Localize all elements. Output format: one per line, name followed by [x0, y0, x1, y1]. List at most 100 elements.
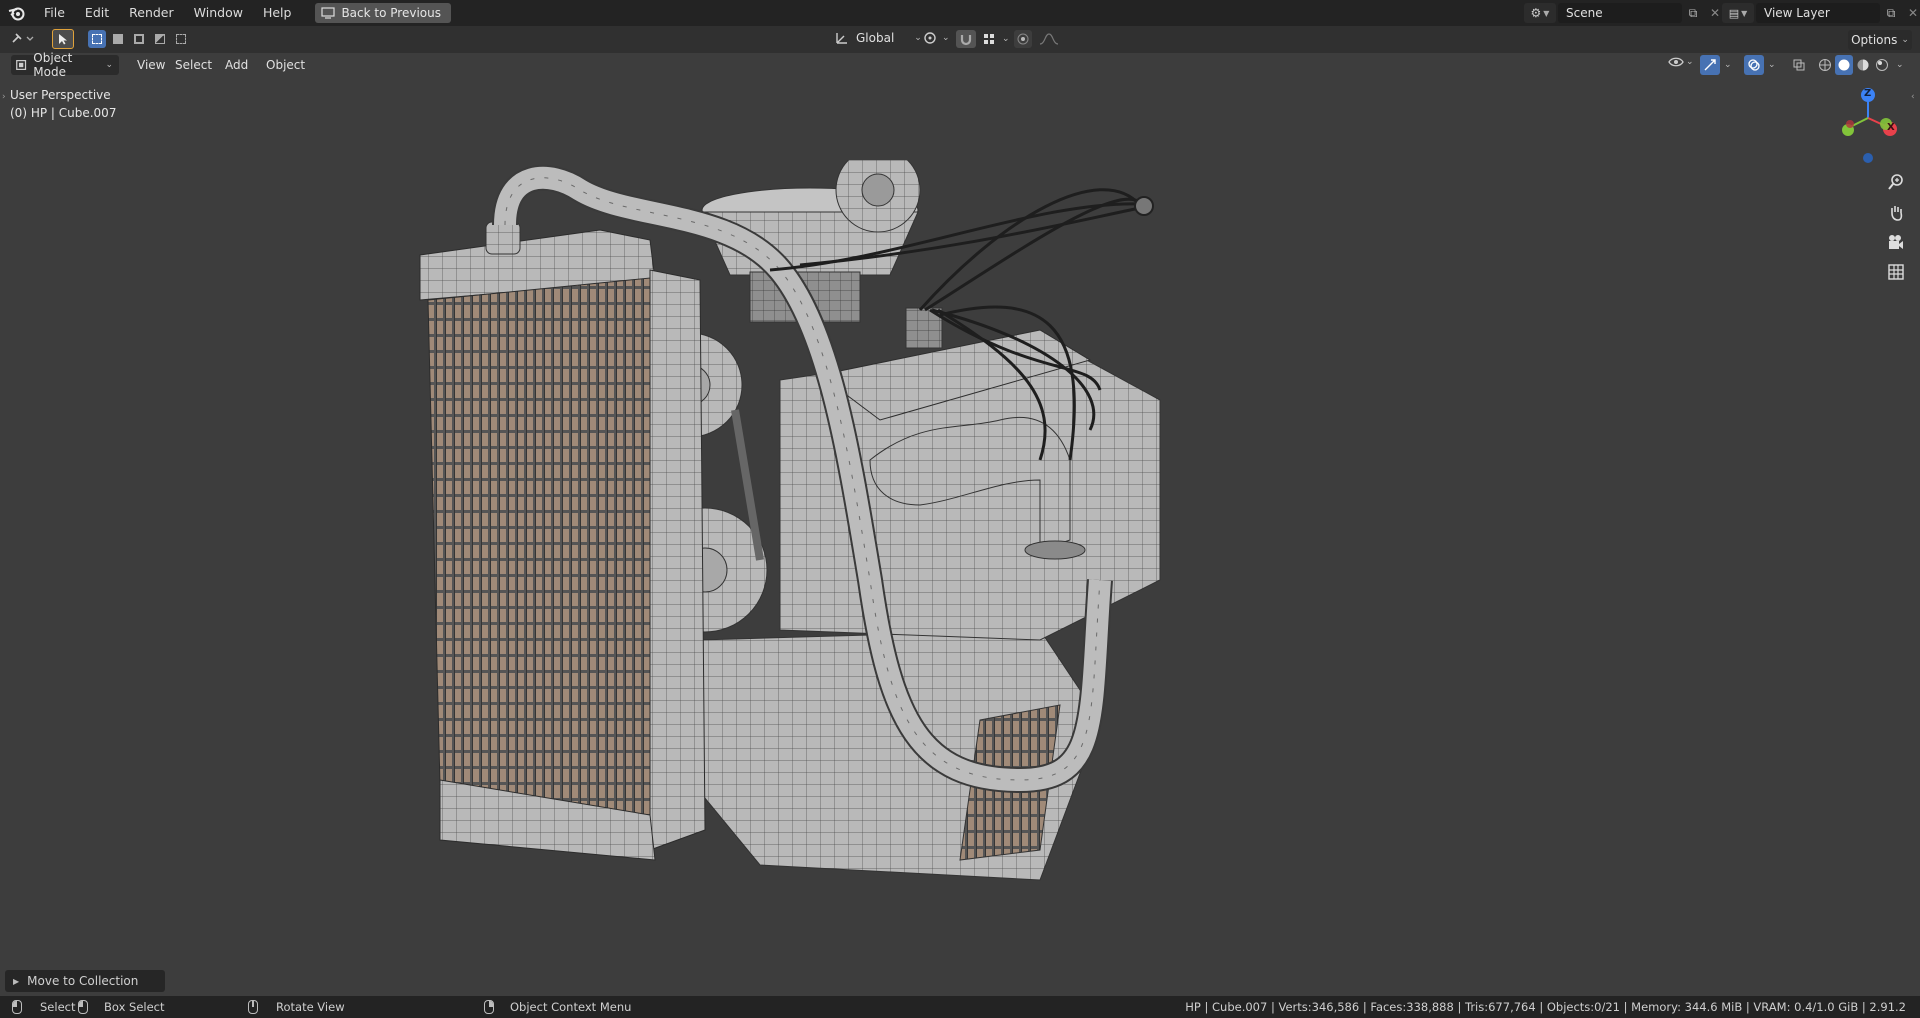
sidebar-toggle-arrow-icon[interactable]: ‹ — [1911, 92, 1915, 102]
camera-view-icon[interactable] — [1882, 228, 1910, 256]
coil-terminal — [1134, 196, 1154, 216]
magnet-icon[interactable] — [956, 30, 976, 48]
scene-selector: ⚙ ▼ Scene ⧉ ✕ — [1524, 3, 1726, 23]
menu-render[interactable]: Render — [119, 0, 184, 26]
back-to-previous-label: Back to Previous — [341, 6, 441, 20]
new-selection-icon[interactable] — [88, 30, 106, 48]
status-box-select: Box Select — [78, 996, 165, 1018]
material-shading-icon[interactable] — [1854, 55, 1872, 75]
menu-window[interactable]: Window — [184, 0, 253, 26]
visibility-dropdown[interactable]: ⌄ — [1668, 55, 1694, 69]
status-rotate-view-label: Rotate View — [276, 1000, 345, 1014]
status-context-menu: Object Context Menu — [484, 996, 631, 1018]
new-scene-icon[interactable]: ⧉ — [1682, 3, 1704, 23]
select-menu[interactable]: Select — [168, 55, 219, 75]
chevron-down-icon: ⌄ — [942, 33, 950, 43]
menu-help[interactable]: Help — [253, 0, 302, 26]
view-layer-icon: ▤ — [1728, 6, 1740, 20]
invert-selection-icon[interactable] — [151, 30, 169, 48]
object-mode-dropdown[interactable]: Object Mode ⌄ — [11, 51, 119, 79]
subtract-selection-icon[interactable] — [130, 30, 148, 48]
options-label: Options — [1851, 33, 1898, 47]
pan-hand-icon[interactable] — [1882, 198, 1910, 226]
new-view-layer-icon[interactable]: ⧉ — [1880, 3, 1902, 23]
object-menu[interactable]: Object — [259, 55, 312, 75]
chevron-down-icon[interactable]: ⌄ — [1002, 34, 1010, 44]
view-menu[interactable]: View — [130, 55, 172, 75]
view-layer-selector: ▤ ▼ View Layer ⧉ ✕ — [1722, 3, 1920, 23]
overlays-icon[interactable] — [1744, 55, 1764, 75]
gizmo-z-label: Z — [1864, 88, 1872, 99]
gizmo-toggle-icon[interactable] — [1700, 55, 1720, 75]
panel-expand-icon: ▶ — [13, 976, 20, 986]
status-bar: Select Box Select Rotate View Object Con… — [0, 996, 1920, 1018]
menu-file[interactable]: File — [34, 0, 75, 26]
scene-statistics: HP | Cube.007 | Verts:346,586 | Faces:33… — [1185, 1000, 1906, 1014]
zoom-icon[interactable] — [1882, 168, 1910, 196]
radiator-side — [649, 269, 706, 851]
tool-settings-bar: Global ⌄ ⌄ ⌄ Options ⌄ — [0, 26, 1920, 53]
proportional-editing-group — [1014, 30, 1060, 48]
mouse-middle-icon — [248, 1000, 258, 1014]
scene-browse-button[interactable]: ⚙ ▼ — [1524, 3, 1556, 23]
extend-selection-icon[interactable] — [109, 30, 127, 48]
rendered-shading-icon[interactable] — [1873, 55, 1891, 75]
blender-logo-icon[interactable] — [0, 0, 34, 26]
status-box-select-label: Box Select — [104, 1000, 165, 1014]
editor-type-icon — [12, 33, 34, 43]
snapping-group: ⌄ — [956, 30, 1010, 48]
view-layer-name-field[interactable]: View Layer — [1756, 3, 1880, 23]
chevron-down-icon: ⌄ — [1686, 57, 1694, 67]
chevron-down-icon[interactable]: ⌄ — [1896, 60, 1904, 70]
last-operator-panel[interactable]: ▶ Move to Collection — [5, 970, 165, 992]
snap-grid-icon[interactable] — [980, 30, 998, 48]
gizmo-x-label: X — [1887, 122, 1895, 133]
ortho-grid-icon[interactable] — [1882, 258, 1910, 286]
engine-3d-model[interactable] — [400, 160, 1460, 920]
intersect-selection-icon[interactable] — [172, 30, 190, 48]
solid-shading-icon[interactable] — [1835, 55, 1853, 75]
top-menu-bar: File Edit Render Window Help Back to Pre… — [0, 0, 1920, 26]
xray-icon — [1790, 55, 1808, 75]
operator-label: Move to Collection — [27, 974, 139, 988]
proportional-edit-icon[interactable] — [1014, 30, 1032, 48]
selection-mode-group — [88, 30, 190, 48]
object-mode-icon — [16, 60, 27, 70]
viewport-header: Object Mode ⌄ View Select Add Object ⌄ ⌄… — [0, 51, 1920, 79]
chevron-down-icon[interactable]: ⌄ — [1768, 60, 1776, 70]
orientation-label: Global — [856, 31, 895, 45]
radiator-cap — [485, 221, 521, 255]
object-mode-label: Object Mode — [33, 51, 73, 79]
radiator-core — [427, 277, 651, 821]
wireframe-shading-icon[interactable] — [1816, 55, 1834, 75]
menu-edit[interactable]: Edit — [75, 0, 119, 26]
add-menu[interactable]: Add — [218, 55, 255, 75]
close-icon[interactable]: ✕ — [1902, 3, 1920, 23]
editor-type-button[interactable] — [10, 30, 36, 48]
options-dropdown[interactable]: Options ⌄ — [1848, 30, 1912, 50]
chevron-down-icon: ⌄ — [914, 33, 922, 43]
transform-orientation-dropdown[interactable]: Global ⌄ — [834, 30, 922, 46]
pivot-point-dropdown[interactable]: ⌄ — [922, 30, 950, 46]
select-tool-button[interactable] — [52, 29, 74, 49]
scene-icon: ⚙ — [1530, 6, 1542, 20]
scene-name-field[interactable]: Scene — [1558, 3, 1682, 23]
xray-toggle[interactable] — [1790, 55, 1808, 75]
chevron-down-icon[interactable]: ⌄ — [1724, 60, 1732, 70]
falloff-curve-icon[interactable] — [1038, 30, 1060, 48]
back-to-previous-button[interactable]: Back to Previous — [315, 3, 451, 23]
view-layer-browse-button[interactable]: ▤ ▼ — [1722, 3, 1754, 23]
toolbar-toggle-arrow-icon[interactable]: › — [2, 92, 6, 102]
navigation-gizmo[interactable]: Z X — [1836, 88, 1908, 168]
status-select: Select — [12, 996, 75, 1018]
status-context-menu-label: Object Context Menu — [510, 1000, 632, 1014]
shading-mode-group: ⌄ — [1816, 55, 1904, 75]
cursor-icon — [59, 34, 67, 45]
chevron-down-icon: ▼ — [1741, 8, 1748, 18]
gizmo-toggle-group: ⌄ — [1700, 55, 1732, 75]
overlays-group: ⌄ — [1744, 55, 1776, 75]
pivot-icon — [924, 32, 936, 44]
mouse-left-icon — [12, 1000, 22, 1014]
view-perspective-label: User Perspective — [10, 88, 111, 102]
chevron-down-icon: ⌄ — [1901, 35, 1909, 45]
